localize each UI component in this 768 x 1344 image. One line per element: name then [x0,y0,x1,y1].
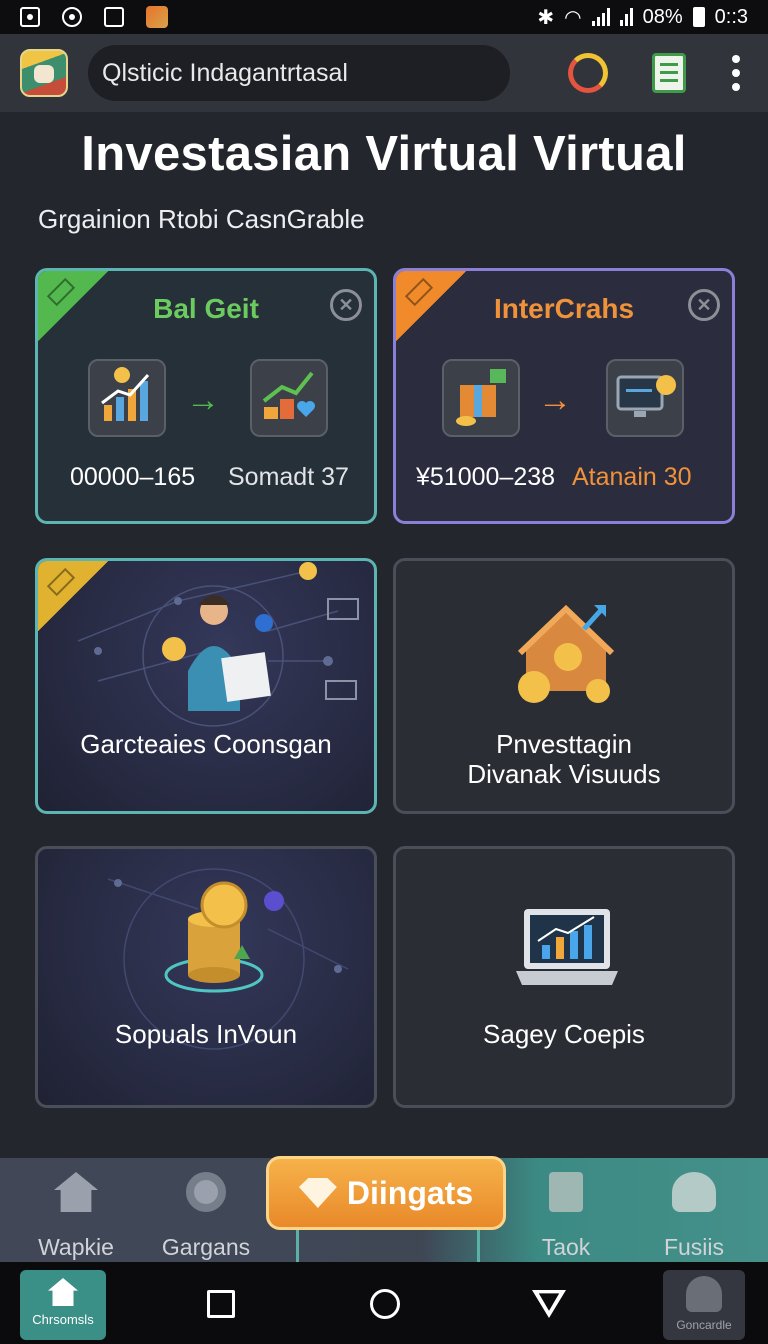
search-input-value: Qlsticic Indagantrtasal [102,58,348,87]
back-triangle-icon[interactable] [532,1290,566,1318]
battery-percent: 08% [642,5,683,28]
person-icon [672,1172,716,1212]
cash-box-icon [442,359,520,437]
clock: 0::3 [714,5,748,28]
nav-label: Gargans [161,1234,251,1260]
home-icon [54,1172,98,1212]
system-home-button[interactable]: Chrsomsls [20,1270,106,1340]
home-icon [48,1278,78,1306]
arrow-right-icon: → [186,381,220,419]
signal-icon [591,8,610,26]
search-input[interactable]: Qlsticic Indagantrtasal [88,45,510,101]
trend-blocks-icon [250,359,328,437]
bottom-nav: Wapkie Gargans Diingats Taok Fusiis [0,1156,768,1262]
card-title: InterCrahs [493,293,635,324]
game-app-icon [146,6,168,28]
battery-icon [692,7,705,27]
system-nav-bar: Chrsomsls Goncardle [0,1262,768,1344]
house-coin-icon [517,604,615,703]
system-profile-label: Goncardle [676,1318,732,1332]
card-left-value: ¥51000–238 [416,463,556,491]
card-label-line2: Divanak Visuuds [467,759,661,789]
card-pnvesttagin[interactable]: Pnvesttagin Divanak Visuuds [393,558,735,814]
diamond-icon [298,1178,337,1208]
gear-icon [186,1172,226,1212]
nav-item-fusiis[interactable]: Fusiis [624,1172,764,1261]
monitor-coin-icon [606,359,684,437]
diingats-button[interactable]: Diingats [266,1156,506,1230]
sync-icon [62,7,82,27]
page-title: Investasian Virtual Virtual [81,127,687,181]
laptop-chart-icon [516,909,618,985]
arrow-right-icon: → [538,381,572,419]
card-bal-geit[interactable]: Bal Geit ✕ → 00000–165 Somadt 37 [35,268,377,524]
refresh-icon[interactable] [568,53,608,93]
card-garcteaies-coonsgan[interactable]: Garcteaies Coonsgan [35,558,377,814]
signal-icon-secondary [619,8,633,26]
nav-item-gargans[interactable]: Gargans [136,1172,276,1261]
network-illustration [77,562,359,727]
more-options-icon[interactable] [730,55,742,91]
card-title: Bal Geit [153,293,259,324]
diingats-label: Diingats [346,1174,474,1211]
card-sopuals-invoun[interactable]: Sopuals InVoun [35,846,377,1108]
nav-item-wapkie[interactable]: Wapkie [6,1172,146,1261]
center-tab-indicator [296,1230,480,1262]
bluetooth-icon: ✱ [537,6,555,29]
home-circle-icon[interactable] [370,1289,400,1319]
card-label: Sopuals InVoun [114,1019,298,1049]
nav-item-taok[interactable]: Taok [496,1172,636,1261]
checklist-icon[interactable] [652,53,686,93]
system-profile-button[interactable]: Goncardle [663,1270,745,1340]
recent-apps-icon[interactable] [207,1290,235,1318]
page-subtitle: Grgainion Rtobi CasnGrable [38,204,365,234]
system-home-label: Chrsomsls [32,1312,94,1327]
card-label-line1: Pnvesttagin [496,729,632,759]
card-intercrahs[interactable]: InterCrahs ✕ → ¥51000–238 Atanain 30 [393,268,735,524]
status-bar: ✱ ◠ 08% 0::3 [0,0,768,34]
card-right-value: Somadt 37 [228,463,349,491]
close-icon[interactable]: ✕ [688,289,720,321]
card-left-value: 00000–165 [70,463,196,491]
card-label: Garcteaies Coonsgan [80,729,332,759]
growth-chart-icon [88,359,166,437]
coin-stack-illustration [107,868,349,1050]
person-icon [686,1276,722,1312]
card-label: Sagey Coepis [483,1019,645,1049]
nav-label: Fusiis [663,1234,725,1260]
card-sagey-coepis[interactable]: Sagey Coepis [393,846,735,1108]
document-icon [549,1172,583,1212]
card-right-value: Atanain 30 [572,463,692,491]
nav-label: Wapkie [38,1234,114,1260]
app-avatar[interactable] [20,49,68,97]
app-header: Qlsticic Indagantrtasal [0,34,768,112]
wifi-icon: ◠ [564,6,582,29]
image-icon [104,7,124,27]
close-icon[interactable]: ✕ [330,289,362,321]
nav-label: Taok [541,1234,591,1260]
screenshot-icon [20,7,40,27]
